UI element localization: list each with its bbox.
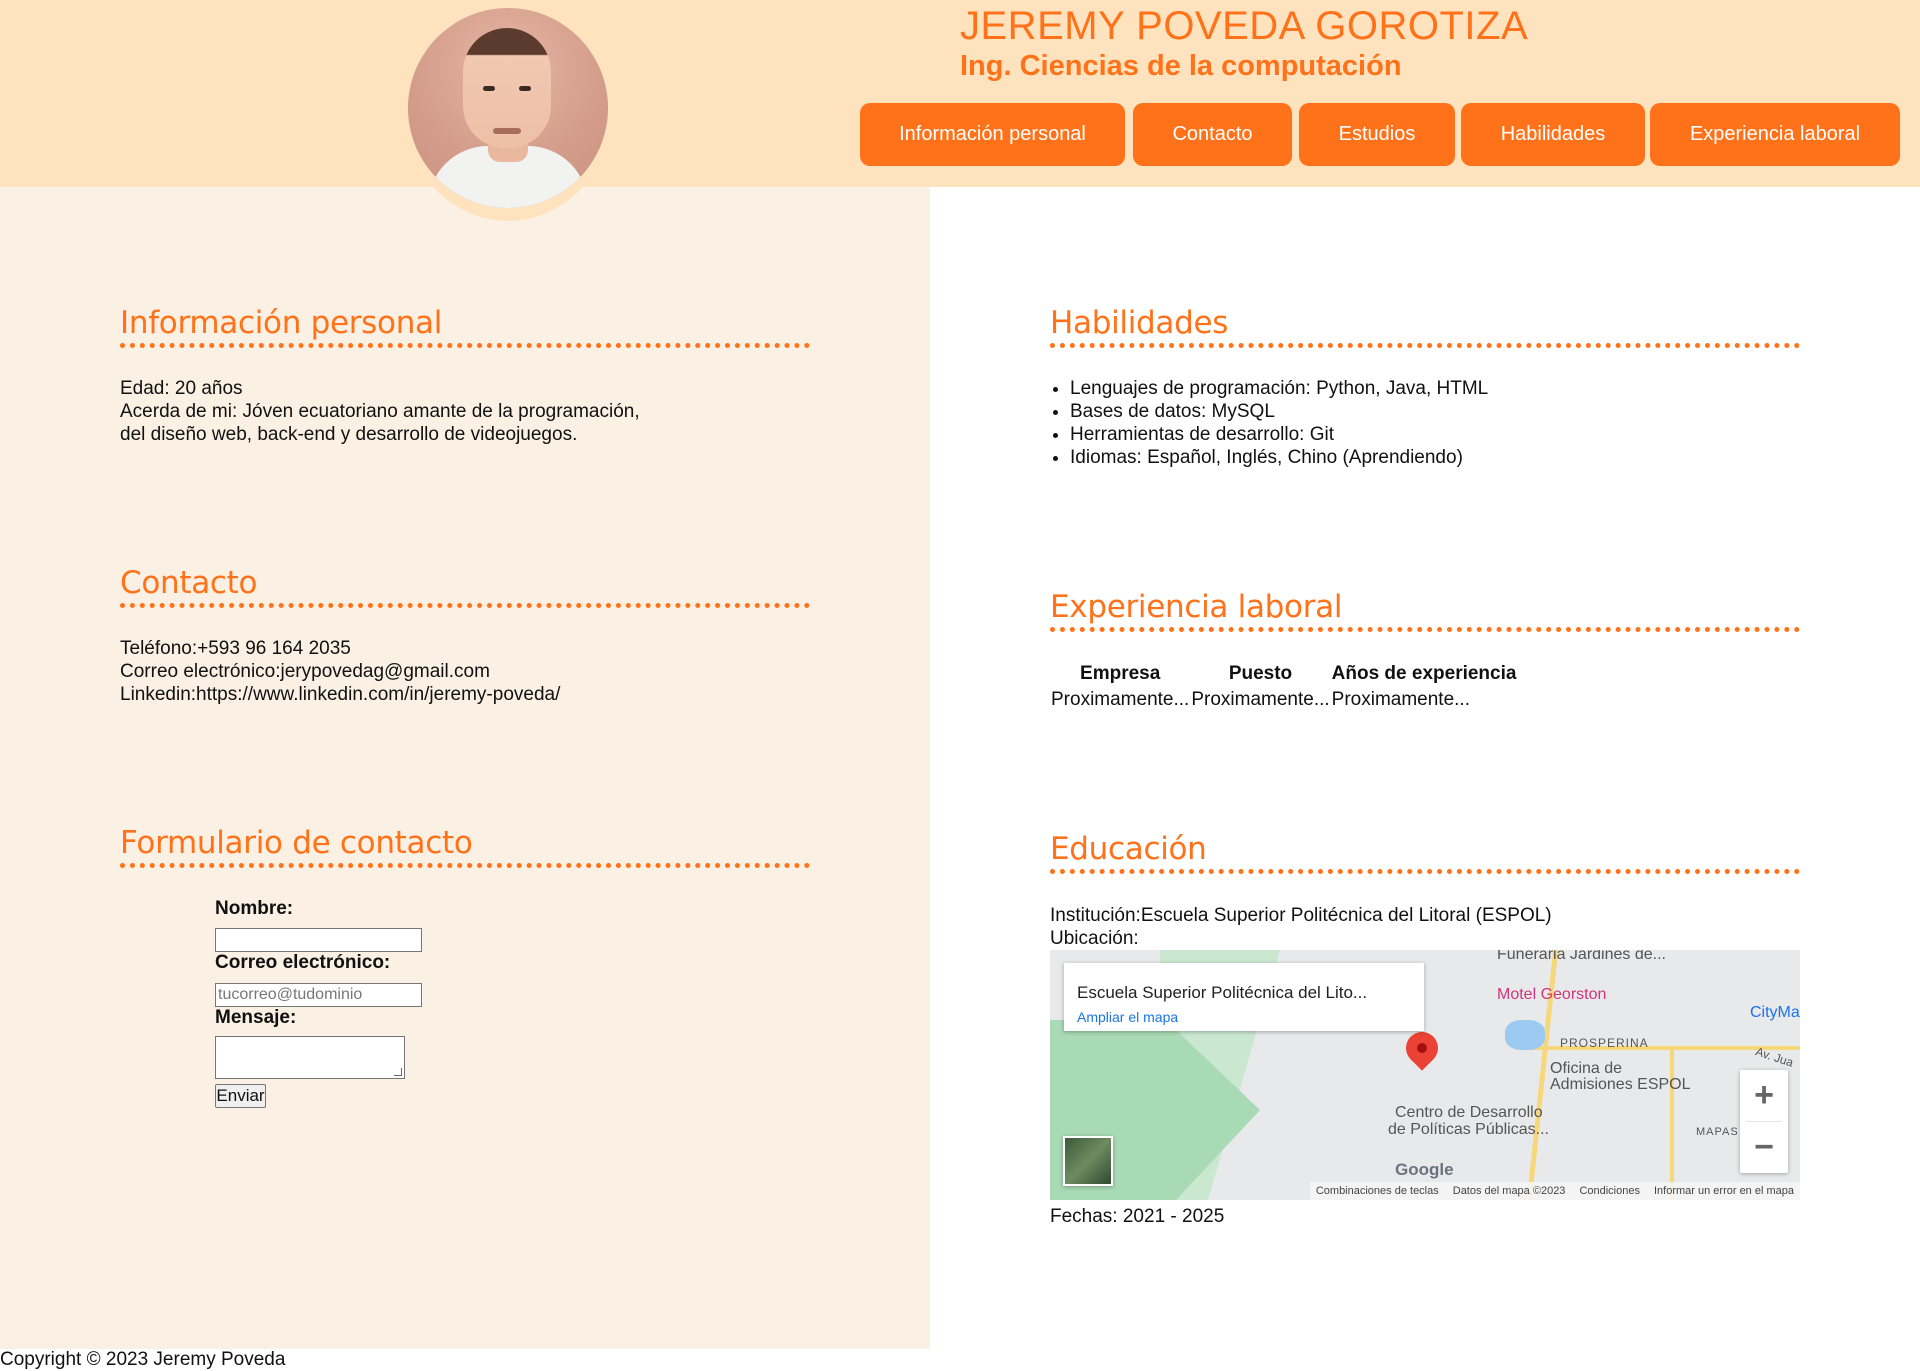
message-label: Mensaje: [215, 1007, 297, 1028]
map-pin-icon[interactable] [1399, 1025, 1445, 1071]
page-subtitle: Ing. Ciencias de la computación [960, 50, 1402, 82]
table-cell: Proximamente... [1331, 689, 1470, 710]
avatar [406, 6, 610, 221]
location-label: Ubicación: [1050, 928, 1139, 949]
map-label-oficina-2: Admisiones ESPOL [1550, 1076, 1691, 1093]
email-text: Correo electrónico:jerypovedag@gmail.com [120, 661, 490, 682]
email-field[interactable]: tucorreo@tudominio [215, 983, 422, 1007]
map-label-cityma: CityMa [1750, 1004, 1800, 1021]
map-label-centro-1: Centro de Desarrollo [1395, 1104, 1543, 1121]
column-header: Puesto [1228, 663, 1293, 684]
map-data-text: Datos del mapa ©2023 [1452, 1185, 1566, 1197]
google-logo: Google [1395, 1160, 1454, 1179]
nav-informacion-personal[interactable]: Información personal [860, 103, 1125, 166]
message-textarea[interactable] [215, 1036, 405, 1079]
section-title-skills: Habilidades [1050, 303, 1800, 348]
map-label-centro-2: de Políticas Públicas... [1388, 1121, 1549, 1138]
name-label: Nombre: [215, 898, 294, 919]
embedded-map[interactable]: Funeraria Jardines de... Motel Georston … [1050, 950, 1800, 1200]
section-title-experience: Experiencia laboral [1050, 587, 1800, 632]
education-info: Institución:Escuela Superior Politécnica… [1050, 904, 1552, 950]
map-info-card: Escuela Superior Politécnica del Lito...… [1064, 963, 1424, 1031]
map-card-title: Escuela Superior Politécnica del Lito... [1077, 983, 1368, 1002]
report-error-link[interactable]: Informar un error en el mapa [1654, 1185, 1794, 1197]
send-button[interactable]: Enviar [215, 1084, 266, 1108]
table-row: Proximamente... Proximamente... Proximam… [1051, 688, 1516, 712]
about-text-line2: del diseño web, back-end y desarrollo de… [120, 424, 578, 445]
enlarge-map-link[interactable]: Ampliar el mapa [1077, 1009, 1178, 1025]
page-title: JEREMY POVEDA GOROTIZA [960, 4, 1529, 48]
list-item: Herramientas de desarrollo: Git [1070, 423, 1488, 446]
map-label-motel: Motel Georston [1497, 986, 1607, 1003]
header: JEREMY POVEDA GOROTIZA Ing. Ciencias de … [0, 0, 1920, 187]
section-title-contact: Contacto [120, 563, 810, 608]
age-text: Edad: 20 años [120, 378, 243, 399]
skills-list: Lenguajes de programación: Python, Java,… [1050, 377, 1488, 469]
phone-text: Teléfono:+593 96 164 2035 [120, 638, 351, 659]
education-dates: Fechas: 2021 - 2025 [1050, 1206, 1225, 1227]
satellite-toggle-button[interactable] [1063, 1136, 1113, 1186]
about-text-line1: Acerda de mi: Jóven ecuatoriano amante d… [120, 401, 640, 422]
contact-info: Teléfono:+593 96 164 2035 Correo electró… [120, 637, 560, 706]
institution-text: Institución:Escuela Superior Politécnica… [1050, 905, 1552, 926]
zoom-controls: + − [1740, 1070, 1788, 1173]
map-label-funeraria: Funeraria Jardines de... [1497, 950, 1666, 963]
email-label: Correo electrónico: [215, 952, 391, 973]
terms-link[interactable]: Condiciones [1579, 1185, 1640, 1197]
column-header: Años de experiencia [1331, 663, 1517, 684]
map-label-mapas: MAPAS [1696, 1126, 1739, 1138]
resize-grip-icon[interactable] [394, 1068, 402, 1076]
copyright-footer: Copyright © 2023 Jeremy Poveda [0, 1349, 286, 1370]
nav-experiencia-laboral[interactable]: Experiencia laboral [1650, 103, 1900, 166]
section-title-education: Educación [1050, 829, 1800, 874]
left-column [0, 187, 930, 1349]
experience-table: Empresa Puesto Años de experiencia Proxi… [1049, 660, 1518, 714]
list-item: Idiomas: Español, Inglés, Chino (Aprendi… [1070, 446, 1488, 469]
list-item: Bases de datos: MySQL [1070, 400, 1488, 423]
list-item: Lenguajes de programación: Python, Java,… [1070, 377, 1488, 400]
linkedin-text: Linkedin:https://www.linkedin.com/in/jer… [120, 684, 561, 705]
table-cell: Proximamente... [1051, 689, 1190, 710]
map-footer: Combinaciones de teclas Datos del mapa ©… [1309, 1182, 1800, 1200]
map-label-prosperina: PROSPERINA [1560, 1036, 1649, 1050]
column-header: Empresa [1080, 663, 1161, 684]
zoom-out-button[interactable]: − [1740, 1122, 1788, 1173]
section-title-form: Formulario de contacto [120, 823, 810, 868]
zoom-in-button[interactable]: + [1740, 1070, 1788, 1121]
nav-habilidades[interactable]: Habilidades [1461, 103, 1645, 166]
table-header-row: Empresa Puesto Años de experiencia [1051, 662, 1516, 686]
profile-photo [408, 8, 608, 208]
name-field[interactable] [215, 928, 422, 952]
table-cell: Proximamente... [1191, 689, 1330, 710]
personal-info: Edad: 20 años Acerda de mi: Jóven ecuato… [120, 377, 640, 446]
keyboard-shortcuts-link[interactable]: Combinaciones de teclas [1316, 1185, 1439, 1197]
section-title-personal: Información personal [120, 303, 810, 348]
nav-estudios[interactable]: Estudios [1299, 103, 1455, 166]
nav-contacto[interactable]: Contacto [1133, 103, 1292, 166]
